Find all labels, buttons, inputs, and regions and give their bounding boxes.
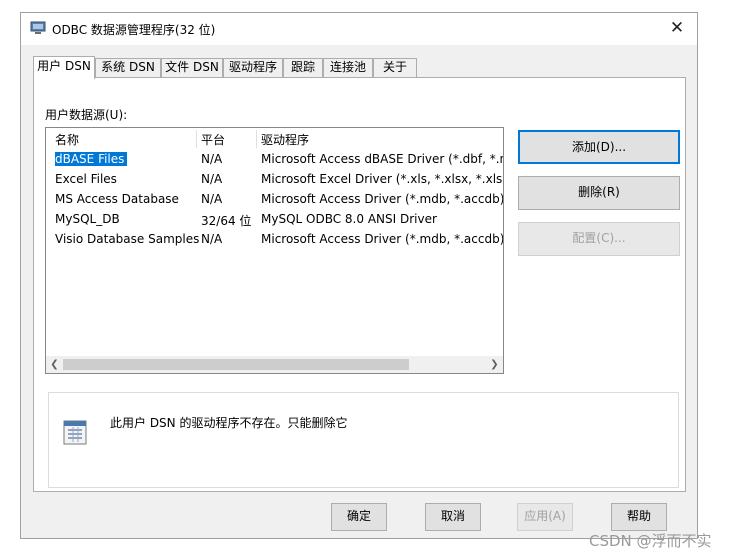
remove-button[interactable]: 删除(R) — [518, 176, 680, 210]
list-header: 名称 平台 驱动程序 — [46, 128, 503, 150]
scrollbar-thumb[interactable] — [63, 359, 409, 370]
add-button[interactable]: 添加(D)... — [518, 130, 680, 164]
list-row[interactable]: dBASE Files N/A Microsoft Access dBASE D… — [46, 150, 503, 170]
watermark: CSDN @浮而不实 — [589, 532, 712, 550]
ok-button[interactable]: 确定 — [331, 503, 387, 531]
cancel-button[interactable]: 取消 — [425, 503, 481, 531]
title-bar: ODBC 数据源管理程序(32 位) ✕ — [21, 13, 697, 45]
row-name: dBASE Files — [55, 152, 128, 166]
apply-button[interactable]: 应用(A) — [517, 503, 573, 531]
row-driver: Microsoft Access Driver (*.mdb, *.accdb) — [261, 192, 503, 206]
tab-user-dsn[interactable]: 用户 DSN — [33, 56, 95, 79]
window-title: ODBC 数据源管理程序(32 位) — [52, 23, 216, 37]
row-platform: N/A — [201, 232, 223, 246]
tab-file-dsn[interactable]: 文件 DSN — [161, 58, 223, 77]
row-name: Excel Files — [55, 172, 117, 186]
horizontal-scrollbar[interactable]: ❮ ❯ — [46, 356, 503, 373]
row-name: Visio Database Samples — [55, 232, 200, 246]
column-header-driver[interactable]: 驱动程序 — [261, 131, 309, 148]
row-platform: N/A — [201, 192, 223, 206]
tab-about[interactable]: 关于 — [373, 58, 417, 77]
list-row[interactable]: Excel Files N/A Microsoft Excel Driver (… — [46, 170, 503, 190]
row-driver: Microsoft Access dBASE Driver (*.dbf, *.… — [261, 152, 503, 166]
row-platform: 32/64 位 — [201, 214, 252, 228]
column-header-platform[interactable]: 平台 — [201, 131, 225, 148]
list-label: 用户数据源(U): — [45, 108, 128, 122]
tab-system-dsn[interactable]: 系统 DSN — [95, 58, 161, 77]
info-message: 此用户 DSN 的驱动程序不存在。只能删除它 — [110, 416, 348, 430]
tab-drivers[interactable]: 驱动程序 — [223, 58, 283, 77]
row-platform: N/A — [201, 152, 223, 166]
tab-connection-pooling[interactable]: 连接池 — [323, 58, 373, 77]
tab-panel-user-dsn: 用户数据源(U): 名称 平台 驱动程序 dBASE Files N/A Mic… — [33, 77, 686, 492]
scroll-right-icon[interactable]: ❯ — [486, 356, 503, 373]
column-divider[interactable] — [196, 130, 197, 148]
column-divider[interactable] — [256, 130, 257, 148]
list-row[interactable]: MS Access Database N/A Microsoft Access … — [46, 190, 503, 210]
close-icon[interactable]: ✕ — [657, 13, 697, 45]
row-name: MS Access Database — [55, 192, 179, 206]
row-driver: Microsoft Excel Driver (*.xls, *.xlsx, *… — [261, 172, 503, 186]
row-name: MySQL_DB — [55, 212, 120, 226]
row-driver: MySQL ODBC 8.0 ANSI Driver — [261, 212, 437, 226]
list-row[interactable]: Visio Database Samples N/A Microsoft Acc… — [46, 230, 503, 250]
row-platform: N/A — [201, 172, 223, 186]
tab-bar: 用户 DSN 系统 DSN 文件 DSN 驱动程序 跟踪 连接池 关于 — [33, 56, 693, 79]
info-group: 此用户 DSN 的驱动程序不存在。只能删除它 — [48, 392, 679, 488]
odbc-window: ODBC 数据源管理程序(32 位) ✕ 用户 DSN 系统 DSN 文件 DS… — [20, 12, 698, 539]
data-source-list[interactable]: 名称 平台 驱动程序 dBASE Files N/A Microsoft Acc… — [45, 127, 504, 374]
data-source-icon — [62, 416, 90, 446]
tab-tracing[interactable]: 跟踪 — [283, 58, 323, 77]
odbc-app-icon — [30, 21, 46, 35]
help-button[interactable]: 帮助 — [611, 503, 667, 531]
configure-button[interactable]: 配置(C)... — [518, 222, 680, 256]
column-header-name[interactable]: 名称 — [55, 131, 79, 148]
scroll-left-icon[interactable]: ❮ — [46, 356, 63, 373]
list-row[interactable]: MySQL_DB 32/64 位 MySQL ODBC 8.0 ANSI Dri… — [46, 210, 503, 230]
row-driver: Microsoft Access Driver (*.mdb, *.accdb) — [261, 232, 503, 246]
